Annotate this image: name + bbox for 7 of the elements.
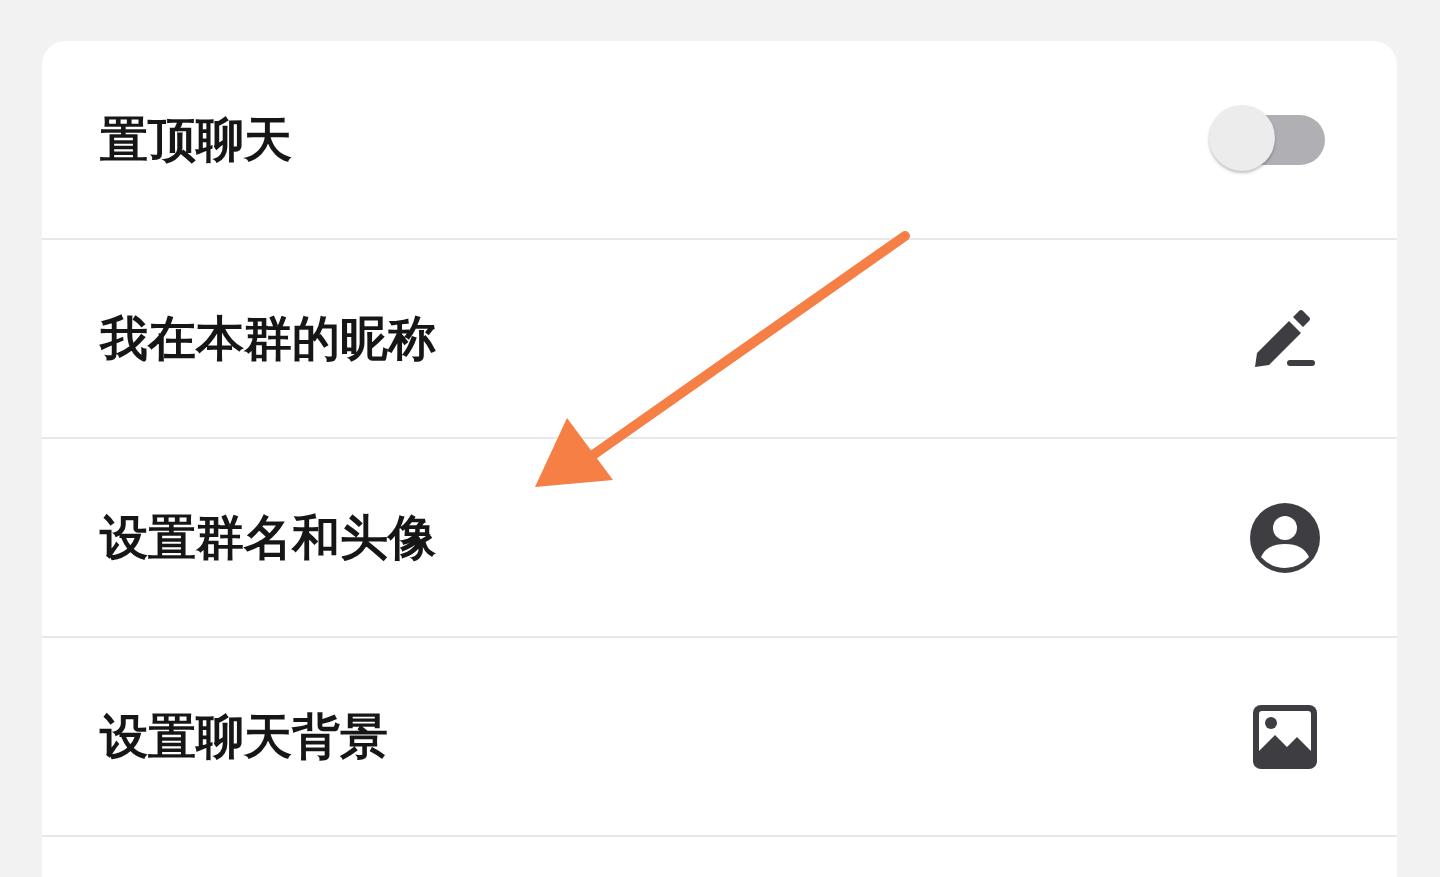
setting-label: 设置聊天背景 [100,706,388,766]
setting-label: 设置群名和头像 [100,507,436,567]
avatar-icon [1249,501,1321,574]
image-icon [1253,704,1317,769]
pencil-icon [1253,308,1317,369]
setting-label: 置顶聊天 [100,109,292,169]
setting-label: 我在本群的昵称 [100,308,436,368]
